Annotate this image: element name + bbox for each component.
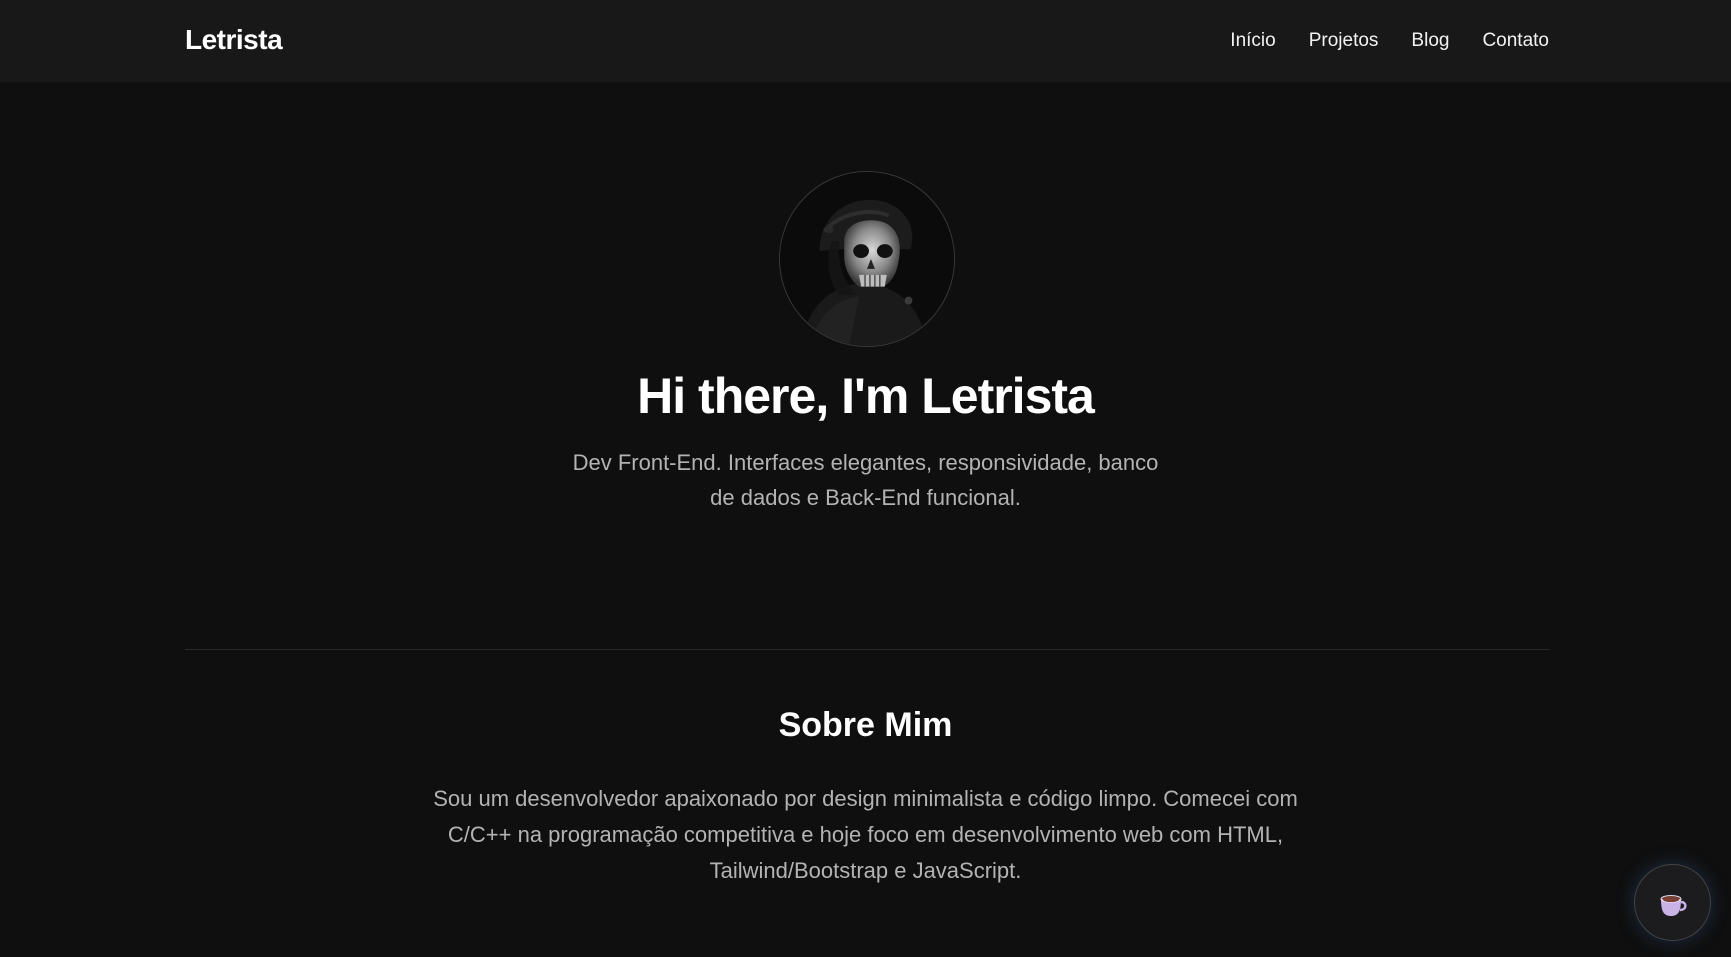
coffee-cup-icon <box>1660 894 1687 916</box>
coffee-button[interactable] <box>1634 864 1711 941</box>
about-title: Sobre Mim <box>778 706 953 744</box>
nav-menu: Início Projetos Blog Contato <box>1230 30 1549 52</box>
skull-mask-avatar-icon <box>780 172 954 346</box>
nav-link-blog[interactable]: Blog <box>1411 30 1449 52</box>
nav-link-contato[interactable]: Contato <box>1482 30 1549 52</box>
nav-link-inicio[interactable]: Início <box>1230 30 1275 52</box>
hero-title: Hi there, I'm Letrista <box>637 368 1095 424</box>
nav-link-projetos[interactable]: Projetos <box>1309 30 1379 52</box>
about-text: Sou um desenvolvedor apaixonado por desi… <box>433 786 1298 883</box>
navbar: Letrista Início Projetos Blog Contato <box>0 0 1731 82</box>
brand-logo[interactable]: Letrista <box>185 24 283 56</box>
hero-subtitle: Dev Front-End. Interfaces elegantes, res… <box>572 450 1159 510</box>
avatar <box>779 171 955 347</box>
section-divider <box>185 649 1549 650</box>
